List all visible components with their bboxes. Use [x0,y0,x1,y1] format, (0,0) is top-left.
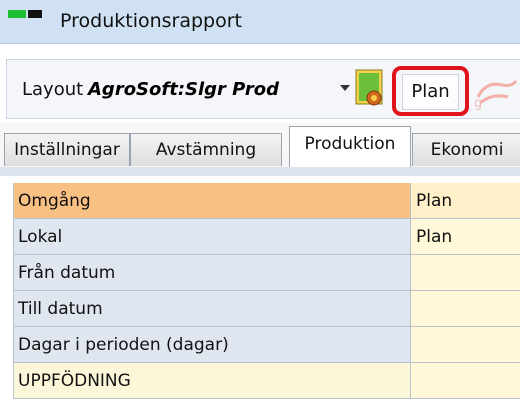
tab-label: Inställningar [14,140,120,160]
window-title-bar[interactable]: Produktionsrapport [0,0,520,44]
layout-select[interactable]: AgroSoft:Slgr Prod [88,79,338,100]
plan-highlight: Plan [392,66,469,116]
row-value[interactable] [410,327,520,363]
row-label: UPPFÖDNING [13,363,410,399]
grid-row-uppfodning[interactable]: UPPFÖDNING [0,363,520,399]
document-settings-icon[interactable] [352,68,386,108]
tab-produktion[interactable]: Produktion [289,126,411,167]
tab-label: Ekonomi [430,140,504,160]
grid-row-dagar-i-perioden[interactable]: Dagar i perioden (dagar) [0,327,520,363]
row-label: Till datum [13,291,410,327]
tab-label: Avstämning [155,140,257,160]
row-value[interactable]: Plan [410,183,520,219]
row-label: Lokal [13,219,410,255]
production-grid: Omgång Plan Lokal Plan Från datum Till d… [0,167,520,419]
layout-label: Layout [22,79,84,100]
row-label: Omgång [13,183,410,219]
row-value[interactable] [410,255,520,291]
tab-avstamning[interactable]: Avstämning [130,133,282,166]
tab-label: Produktion [304,134,396,154]
row-value[interactable]: Plan [410,219,520,255]
row-value[interactable] [410,363,520,399]
tab-installningar[interactable]: Inställningar [4,133,130,166]
tab-ekonomi[interactable]: Ekonomi [412,133,520,166]
window-title: Produktionsrapport [60,10,243,32]
app-window-icon [8,10,44,20]
grid-row-lokal[interactable]: Lokal Plan [0,219,520,255]
grid-row-fran-datum[interactable]: Från datum [0,255,520,291]
tab-strip: Inställningar Avstämning Produktion Ekon… [0,123,520,168]
grid-header-band [0,167,520,176]
grid-row-omgang[interactable]: Omgång Plan [0,183,520,219]
chevron-down-icon[interactable] [340,85,350,91]
pig-logo-icon: g [474,80,518,111]
row-value[interactable] [410,291,520,327]
row-label: Dagar i perioden (dagar) [13,327,410,363]
grid-row-till-datum[interactable]: Till datum [0,291,520,327]
plan-button[interactable]: Plan [402,74,459,110]
row-label: Från datum [13,255,410,291]
svg-text:g: g [474,96,482,111]
